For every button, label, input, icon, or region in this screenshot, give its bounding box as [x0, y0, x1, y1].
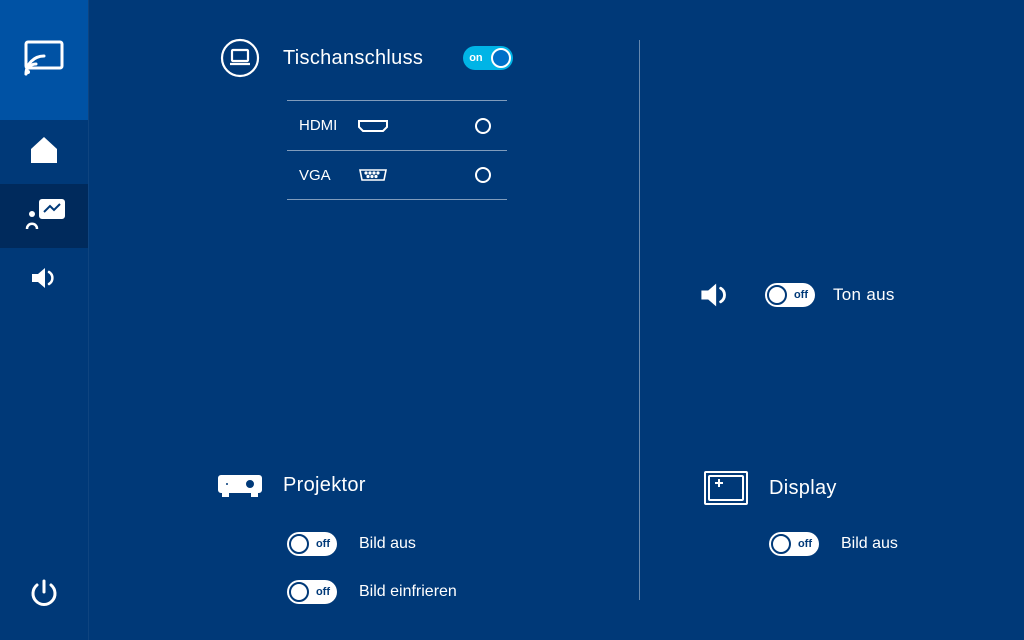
section-sound-mute: off Ton aus	[695, 278, 895, 312]
power-icon	[28, 578, 60, 615]
vga-port-icon	[357, 168, 427, 182]
display-icon	[703, 470, 749, 506]
projector-image-off-row: off Bild aus	[287, 520, 457, 568]
sidebar-item-sound[interactable]	[0, 248, 88, 312]
projector-image-off-label: Bild aus	[359, 535, 416, 553]
present-icon	[22, 196, 66, 237]
display-image-off-toggle[interactable]: off	[769, 532, 819, 556]
display-image-off-label: Bild aus	[841, 535, 898, 553]
sidebar-item-cast[interactable]	[0, 0, 88, 120]
connection-list: HDMI VGA	[287, 100, 507, 200]
projector-image-off-toggle[interactable]: off	[287, 532, 337, 556]
connection-radio[interactable]	[427, 118, 507, 134]
tischanschluss-toggle[interactable]: on	[463, 46, 513, 70]
projector-label: Projektor	[283, 474, 366, 497]
sidebar-item-power[interactable]	[0, 552, 88, 640]
sound-mute-toggle[interactable]: off	[765, 283, 815, 307]
projector-icon	[217, 470, 263, 500]
speaker-icon	[29, 263, 59, 298]
section-projector: Projektor	[217, 470, 366, 500]
connection-label: VGA	[287, 167, 357, 184]
projector-freeze-row: off Bild einfrieren	[287, 568, 457, 616]
home-icon	[27, 133, 61, 172]
tischanschluss-label: Tischanschluss	[283, 47, 423, 70]
connection-row-vga[interactable]: VGA	[287, 150, 507, 200]
laptop-icon	[217, 38, 263, 78]
section-display: Display	[703, 470, 837, 506]
projector-controls: off Bild aus off Bild einfrieren	[287, 520, 457, 616]
display-label: Display	[769, 477, 837, 500]
speaker-icon	[695, 278, 735, 312]
vertical-divider	[639, 40, 640, 600]
projector-freeze-label: Bild einfrieren	[359, 583, 457, 601]
section-tischanschluss: Tischanschluss on	[217, 38, 513, 78]
sidebar-item-home[interactable]	[0, 120, 88, 184]
hdmi-port-icon	[357, 119, 427, 133]
connection-radio[interactable]	[427, 167, 507, 183]
main-panel: Tischanschluss on HDMI VGA	[88, 0, 1024, 640]
cast-icon	[23, 37, 65, 84]
sidebar-item-present[interactable]	[0, 184, 88, 248]
connection-row-hdmi[interactable]: HDMI	[287, 100, 507, 150]
sidebar	[0, 0, 88, 640]
connection-label: HDMI	[287, 117, 357, 134]
projector-freeze-toggle[interactable]: off	[287, 580, 337, 604]
display-controls: off Bild aus	[769, 520, 898, 568]
display-image-off-row: off Bild aus	[769, 520, 898, 568]
sound-mute-label: Ton aus	[833, 285, 895, 305]
